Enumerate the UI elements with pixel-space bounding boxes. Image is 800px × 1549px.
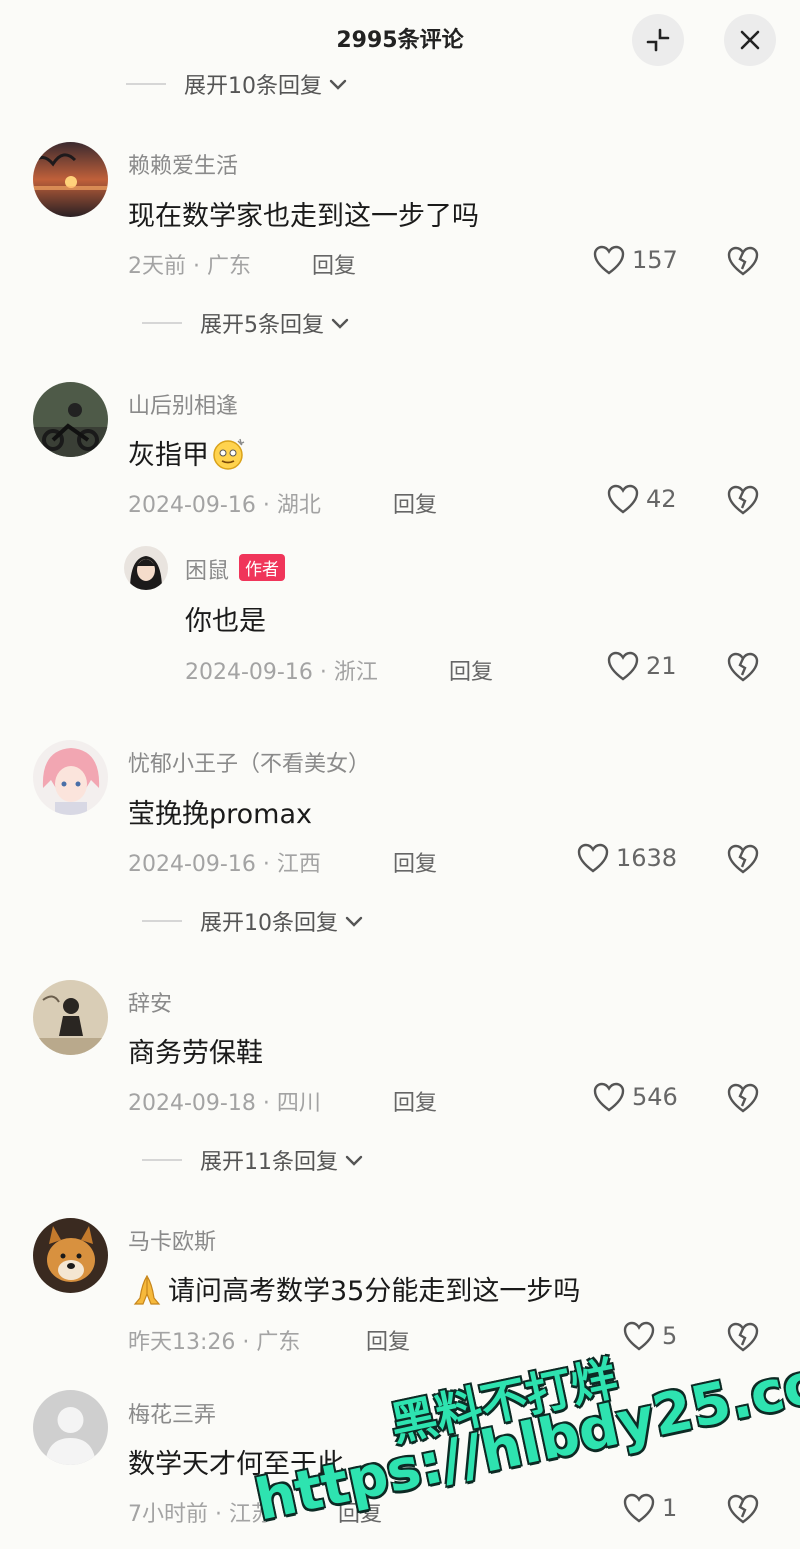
heart-icon: [607, 484, 639, 514]
avatar[interactable]: [33, 740, 108, 815]
comment-username[interactable]: 山后别相逢: [128, 388, 238, 420]
comment-text: 商务劳保鞋: [128, 1038, 263, 1069]
avatar[interactable]: [33, 1218, 108, 1293]
like-count: 1: [662, 1494, 678, 1522]
comment-username[interactable]: 梅花三弄: [128, 1397, 216, 1429]
broken-heart-icon: [727, 652, 759, 682]
expand-replies-button[interactable]: 展开11条回复: [142, 1140, 364, 1180]
pray-emoji: [128, 1272, 166, 1306]
like-button[interactable]: 1: [622, 1492, 677, 1524]
heart-icon: [623, 1493, 655, 1523]
author-badge: 作者: [239, 554, 286, 581]
close-icon: [740, 30, 760, 50]
chevron-down-icon: [344, 1153, 364, 1167]
dislike-button[interactable]: [724, 840, 762, 878]
reply-meta: 2024-09-16 · 浙江: [185, 660, 378, 685]
comment-text: 现在数学家也走到这一步了吗: [128, 201, 479, 232]
avatar[interactable]: [33, 142, 108, 217]
comment-username[interactable]: 忧郁小王子（不看美女）: [128, 746, 370, 778]
reply-text: 你也是: [185, 606, 266, 637]
comment-username[interactable]: 赖赖爱生活: [128, 148, 238, 180]
broken-heart-icon: [727, 246, 759, 276]
broken-heart-icon: [727, 1083, 759, 1113]
comments-header: 2995条评论: [0, 0, 800, 78]
chevron-down-icon: [328, 77, 348, 91]
like-button[interactable]: 42: [606, 483, 677, 515]
reply-button[interactable]: 回复: [449, 654, 493, 686]
expand-replies-button[interactable]: 展开10条回复: [142, 901, 364, 941]
expand-replies-label: 展开10条回复: [200, 911, 338, 936]
close-button[interactable]: [724, 14, 776, 66]
like-button[interactable]: 1638: [576, 842, 677, 874]
expand-divider: [142, 920, 182, 922]
like-count: 157: [632, 246, 678, 274]
dislike-button[interactable]: [724, 648, 762, 686]
reply-username[interactable]: 困鼠 作者: [185, 553, 286, 585]
comment-text: 请问高考数学35分能走到这一步吗: [128, 1269, 580, 1308]
heart-icon: [593, 1082, 625, 1112]
comment-text: 灰指甲: [128, 433, 247, 472]
reply-button[interactable]: 回复: [366, 1324, 410, 1356]
expand-divider: [142, 1159, 182, 1161]
comment-meta: 2024-09-18 · 四川: [128, 1091, 321, 1116]
like-count: 42: [646, 485, 677, 513]
comment-meta: 7小时前 · 江苏: [128, 1502, 273, 1527]
expand-replies-label: 展开5条回复: [200, 313, 324, 338]
avatar[interactable]: [33, 382, 108, 457]
dislike-button[interactable]: [724, 242, 762, 280]
expand-replies-button[interactable]: 展开10条回复: [126, 64, 348, 104]
dislike-button[interactable]: [724, 1490, 762, 1528]
expand-divider: [142, 322, 182, 324]
like-button[interactable]: 5: [622, 1320, 677, 1352]
like-button[interactable]: 546: [592, 1081, 678, 1113]
broken-heart-icon: [727, 1322, 759, 1352]
reply-button[interactable]: 回复: [312, 248, 356, 280]
heart-icon: [577, 843, 609, 873]
like-button[interactable]: 21: [606, 650, 677, 682]
collapse-icon: [646, 28, 670, 52]
avatar[interactable]: [33, 980, 108, 1055]
comment-username[interactable]: 马卡欧斯: [128, 1224, 216, 1256]
collapse-button[interactable]: [632, 14, 684, 66]
comment-meta: 2024-09-16 · 江西: [128, 852, 321, 877]
dislike-button[interactable]: [724, 1318, 762, 1356]
comment-meta: 2024-09-16 · 湖北: [128, 493, 321, 518]
reply-button[interactable]: 回复: [393, 846, 437, 878]
heart-icon: [607, 651, 639, 681]
reply-button[interactable]: 回复: [393, 487, 437, 519]
comment-meta: 2天前 · 广东: [128, 254, 251, 279]
like-count: 546: [632, 1083, 678, 1111]
dizzy-face-emoji: [211, 435, 247, 471]
avatar[interactable]: [33, 1390, 108, 1465]
like-button[interactable]: 157: [592, 244, 678, 276]
heart-icon: [593, 245, 625, 275]
broken-heart-icon: [727, 485, 759, 515]
expand-divider: [126, 83, 166, 85]
avatar[interactable]: [124, 546, 168, 590]
expand-replies-label: 展开10条回复: [184, 74, 322, 99]
like-count: 21: [646, 652, 677, 680]
dislike-button[interactable]: [724, 481, 762, 519]
reply-button[interactable]: 回复: [393, 1085, 437, 1117]
comment-username[interactable]: 辞安: [128, 986, 172, 1018]
broken-heart-icon: [727, 844, 759, 874]
broken-heart-icon: [727, 1494, 759, 1524]
chevron-down-icon: [330, 316, 350, 330]
expand-replies-button[interactable]: 展开5条回复: [142, 303, 350, 343]
comment-text: 莹挽挽promax: [128, 799, 312, 830]
dislike-button[interactable]: [724, 1079, 762, 1117]
like-count: 5: [662, 1322, 678, 1350]
heart-icon: [623, 1321, 655, 1351]
chevron-down-icon: [344, 914, 364, 928]
expand-replies-label: 展开11条回复: [200, 1150, 338, 1175]
like-count: 1638: [616, 844, 678, 872]
comment-meta: 昨天13:26 · 广东: [128, 1330, 301, 1355]
